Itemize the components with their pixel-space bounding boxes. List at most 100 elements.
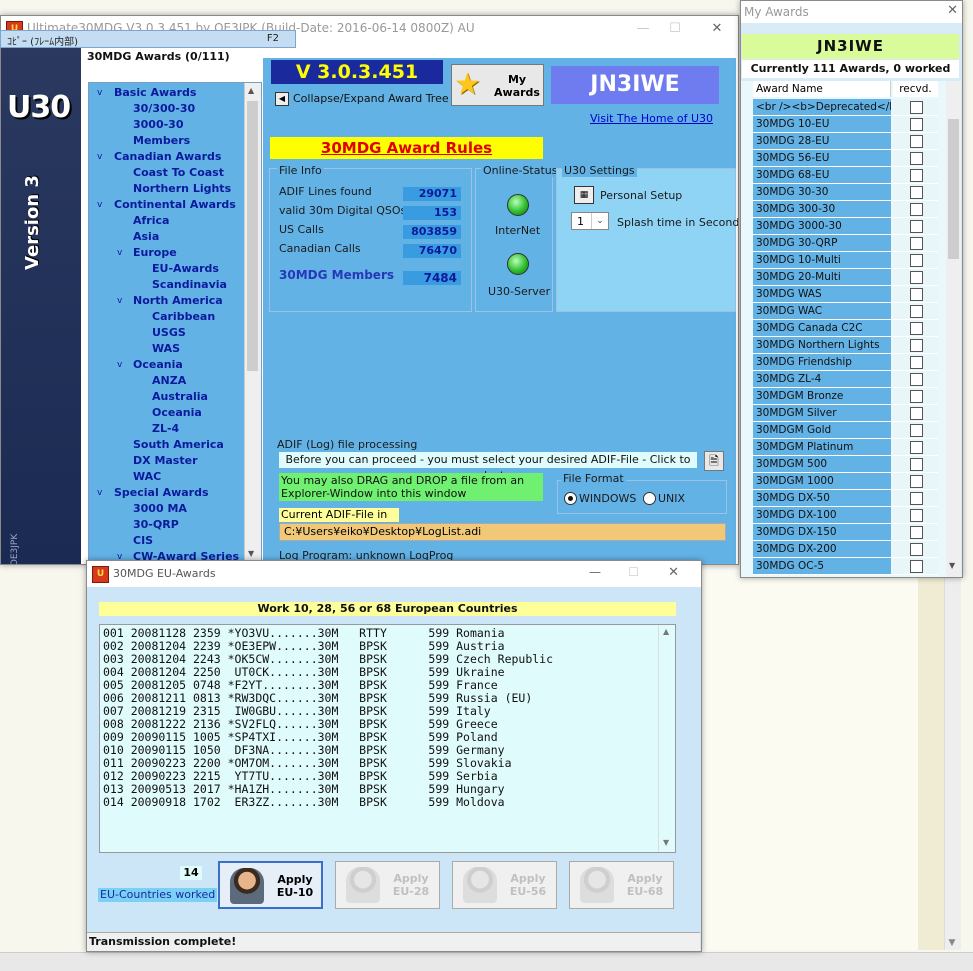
tree-item[interactable]: 30-QRP — [133, 517, 179, 533]
apply-eu-68-button[interactable]: Apply EU-68 — [569, 861, 674, 909]
personal-setup-label[interactable]: Personal Setup — [600, 189, 682, 202]
award-recvd-checkbox[interactable] — [910, 509, 923, 522]
award-row[interactable]: 30MDG 10-Multi — [753, 252, 938, 269]
tree-item[interactable]: USGS — [152, 325, 186, 341]
award-row[interactable]: 30MDG 30-QRP — [753, 235, 938, 252]
tree-expander-icon[interactable]: v — [117, 357, 127, 373]
award-recvd-checkbox[interactable] — [910, 305, 923, 318]
tree-item[interactable]: Europe — [133, 245, 177, 261]
award-row[interactable]: 30MDG Canada C2C — [753, 320, 938, 337]
tree-item[interactable]: Oceania — [152, 405, 202, 421]
collapse-label[interactable]: Collapse/Expand Award Tree — [293, 92, 449, 105]
award-row[interactable]: 30MDG 28-EU — [753, 133, 938, 150]
eu-minimize-button[interactable]: — — [589, 565, 601, 579]
frame-copy-bar[interactable]: ｺﾋﾟｰ (ﾌﾚｰﾑ内部) F2 — [0, 30, 296, 48]
award-row[interactable]: 30MDG OC-5 — [753, 558, 938, 575]
tree-item[interactable]: Oceania — [133, 357, 183, 373]
tree-item[interactable]: Continental Awards — [114, 197, 236, 213]
windows-radio[interactable] — [564, 492, 577, 505]
award-row[interactable]: 30MDG 10-EU — [753, 116, 938, 133]
tree-item[interactable]: Scandinavia — [152, 277, 227, 293]
apply-eu-28-button[interactable]: Apply EU-28 — [335, 861, 440, 909]
tree-item[interactable]: Caribbean — [152, 309, 215, 325]
award-row[interactable]: 30MDG 300-30 — [753, 201, 938, 218]
award-recvd-checkbox[interactable] — [910, 356, 923, 369]
tree-item[interactable]: ZL-4 — [152, 421, 179, 437]
award-recvd-checkbox[interactable] — [910, 186, 923, 199]
tree-item[interactable]: South America — [133, 437, 224, 453]
tree-item[interactable]: Australia — [152, 389, 208, 405]
tree-item[interactable]: WAC — [133, 469, 161, 485]
award-recvd-checkbox[interactable] — [910, 475, 923, 488]
my-awards-scroll-thumb[interactable] — [948, 119, 959, 259]
award-recvd-checkbox[interactable] — [910, 458, 923, 471]
minimize-button[interactable]: — — [628, 18, 658, 40]
award-recvd-checkbox[interactable] — [910, 441, 923, 454]
select-adif-message[interactable]: Before you can proceed - you must select… — [279, 452, 697, 482]
award-row[interactable]: 30MDGM Silver — [753, 405, 938, 422]
award-recvd-checkbox[interactable] — [910, 390, 923, 403]
tree-item[interactable]: 3000-30 — [133, 117, 184, 133]
close-button[interactable]: ✕ — [702, 18, 732, 40]
award-recvd-checkbox[interactable] — [910, 424, 923, 437]
award-recvd-checkbox[interactable] — [910, 543, 923, 556]
award-row[interactable]: 30MDGM Gold — [753, 422, 938, 439]
tree-expander-icon[interactable]: v — [117, 293, 127, 309]
award-recvd-checkbox[interactable] — [910, 407, 923, 420]
award-row[interactable]: 30MDGM 500 — [753, 456, 938, 473]
award-row[interactable]: 30MDG 20-Multi — [753, 269, 938, 286]
award-row[interactable]: 30MDG Friendship — [753, 354, 938, 371]
maximize-button[interactable]: ☐ — [660, 18, 690, 40]
tree-item[interactable]: Africa — [133, 213, 169, 229]
tree-item[interactable]: EU-Awards — [152, 261, 219, 277]
award-recvd-checkbox[interactable] — [910, 254, 923, 267]
my-awards-button[interactable]: ★ My Awards — [451, 64, 544, 106]
award-recvd-checkbox[interactable] — [910, 271, 923, 284]
eu-titlebar[interactable]: U 30MDG EU-Awards — ☐ ✕ — [87, 561, 701, 587]
award-row[interactable]: 30MDG WAC — [753, 303, 938, 320]
tree-scroll-thumb[interactable] — [247, 101, 258, 371]
my-awards-titlebar[interactable]: My Awards ✕ — [741, 1, 962, 23]
tree-expander-icon[interactable]: v — [97, 485, 107, 501]
award-recvd-checkbox[interactable] — [910, 339, 923, 352]
tree-item[interactable]: DX Master — [133, 453, 198, 469]
tree-item[interactable]: Special Awards — [114, 485, 209, 501]
award-row[interactable]: <br /><b>Deprecated</b>... — [753, 99, 938, 116]
award-recvd-checkbox[interactable] — [910, 220, 923, 233]
award-rules-link[interactable]: 30MDG Award Rules — [270, 137, 543, 159]
background-scrollbar[interactable] — [944, 570, 961, 950]
tree-item[interactable]: Asia — [133, 229, 159, 245]
eu-close-button[interactable]: ✕ — [668, 565, 679, 580]
tree-item[interactable]: Canadian Awards — [114, 149, 221, 165]
splash-time-select[interactable]: 1 ⌄ — [571, 212, 609, 230]
award-tree[interactable]: ▲ ▼ v Basic Awards 30/300-30 3000-30 Members… — [88, 82, 262, 564]
tree-item[interactable]: WAS — [152, 341, 180, 357]
my-awards-scroll-down[interactable]: ▼ — [949, 561, 955, 570]
award-recvd-checkbox[interactable] — [910, 373, 923, 386]
award-recvd-checkbox[interactable] — [910, 237, 923, 250]
col-header-recvd[interactable]: recvd. — [893, 81, 938, 97]
tree-expander-icon[interactable]: v — [97, 85, 107, 101]
eu-maximize-button[interactable]: ☐ — [628, 565, 639, 579]
tree-item[interactable]: 30/300-30 — [133, 101, 195, 117]
log-scroll-up[interactable]: ▲ — [663, 627, 669, 636]
tree-expander-icon[interactable]: v — [97, 149, 107, 165]
award-recvd-checkbox[interactable] — [910, 101, 923, 114]
personal-setup-icon[interactable]: ▦ — [574, 186, 594, 204]
award-row[interactable]: 30MDG DX-150 — [753, 524, 938, 541]
award-recvd-checkbox[interactable] — [910, 118, 923, 131]
tree-item[interactable]: Basic Awards — [114, 85, 196, 101]
tree-item[interactable]: Coast To Coast — [133, 165, 224, 181]
award-recvd-checkbox[interactable] — [910, 322, 923, 335]
award-row[interactable]: 30MDG 68-EU — [753, 167, 938, 184]
my-awards-scrollbar[interactable]: ▼ — [946, 81, 961, 577]
my-awards-close-button[interactable]: ✕ — [947, 3, 958, 18]
award-row[interactable]: 30MDGM 1000 — [753, 473, 938, 490]
award-row[interactable]: 30MDG 30-30 — [753, 184, 938, 201]
tree-scroll-up[interactable]: ▲ — [248, 86, 254, 95]
home-link[interactable]: Visit The Home of U30 — [590, 112, 713, 125]
tree-item[interactable]: Northern Lights — [133, 181, 231, 197]
tree-scroll-down[interactable]: ▼ — [248, 549, 254, 558]
award-row[interactable]: 30MDG ZL-4 — [753, 371, 938, 388]
current-file-path[interactable]: C:¥Users¥eiko¥Desktop¥LogList.adi — [279, 523, 726, 541]
